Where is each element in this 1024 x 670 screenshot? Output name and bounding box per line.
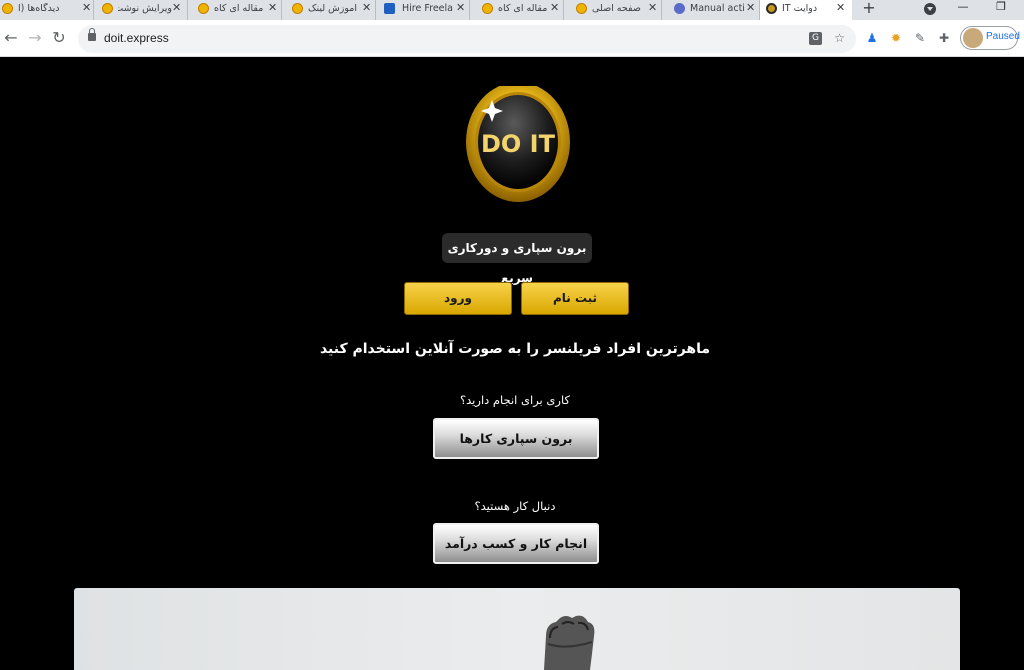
tab-title: صفحه اصلی (592, 3, 641, 14)
close-icon[interactable]: ✕ (550, 2, 559, 14)
tab-active[interactable]: دوآیت IT ✕ (760, 0, 852, 20)
extension-bug-icon[interactable]: ✹ (888, 30, 904, 46)
tab[interactable]: آموزش لینک ✕ (282, 0, 376, 20)
tab[interactable]: ویرایش نوشت ✕ (94, 0, 188, 20)
tab[interactable]: Manual acti ✕ (662, 0, 760, 20)
tab-title: دوآیت IT (782, 3, 818, 14)
tab[interactable]: دیدگاه‌ها (ا ✕ (0, 0, 94, 20)
forward-icon[interactable]: → (26, 29, 44, 47)
earn-income-button[interactable]: انجام کار و کسب درآمد (433, 523, 599, 564)
page-headline: ماهرترین افراد فریلنسر را به صورت آنلاین… (319, 341, 711, 357)
yellow-ear-icon (2, 3, 13, 14)
browser-toolbar: ← → ↻ doit.express G ☆ ♟ ✹ ✎ ✚ (0, 20, 1024, 57)
yellow-ear-icon (102, 3, 113, 14)
tab-title: مقاله ای کاه (498, 3, 548, 14)
bookmark-star-icon[interactable]: ☆ (832, 31, 847, 46)
raised-fist-icon (544, 615, 595, 670)
tab-title: دیدگاه‌ها (ا (18, 3, 60, 14)
extension-person-icon[interactable]: ♟ (864, 30, 880, 46)
tab-title: آموزش لینک (308, 3, 357, 14)
close-icon[interactable]: ✕ (82, 2, 91, 14)
profile-button[interactable]: Paused (960, 26, 1020, 50)
close-icon[interactable]: ✕ (362, 2, 371, 14)
extensions-puzzle-icon[interactable]: ✚ (936, 30, 952, 46)
tab-title: Manual acti (690, 3, 745, 14)
tab[interactable]: Hire Freela ✕ (376, 0, 470, 20)
doit-icon (766, 3, 777, 14)
hire-icon (384, 3, 395, 14)
minimize-button[interactable]: — (948, 0, 978, 16)
reload-icon[interactable]: ↻ (50, 29, 68, 47)
tab-search-icon[interactable] (924, 3, 936, 15)
doit-logo[interactable]: DO IT (465, 86, 571, 206)
close-icon[interactable]: ✕ (268, 2, 277, 14)
back-icon[interactable]: ← (2, 29, 20, 47)
eyedropper-icon[interactable]: ✎ (912, 30, 928, 46)
yellow-ear-icon (198, 3, 209, 14)
signup-button[interactable]: ثبت نام (521, 282, 629, 315)
lock-icon[interactable] (88, 28, 96, 41)
close-icon[interactable]: ✕ (456, 2, 465, 14)
restore-button[interactable]: ❐ (986, 0, 1016, 16)
translate-icon[interactable]: G (809, 32, 822, 45)
tab[interactable]: مقاله ای کاه ✕ (470, 0, 564, 20)
logo-text: DO IT (481, 130, 556, 158)
tab[interactable]: صفحه اصلی ✕ (564, 0, 662, 20)
tab-title: Hire Freela (402, 3, 453, 14)
hero-image (74, 588, 960, 670)
tab-title: ویرایش نوشت (118, 3, 172, 14)
login-button[interactable]: ورود (404, 282, 512, 315)
close-icon[interactable]: ✕ (172, 2, 181, 14)
yellow-ear-icon (576, 3, 587, 14)
profile-status: Paused (986, 31, 1020, 42)
yellow-ear-icon (292, 3, 303, 14)
question-looking-for-work: دنبال کار هستید؟ (474, 499, 556, 513)
address-bar[interactable]: doit.express G ☆ (78, 25, 856, 53)
url-text[interactable]: doit.express (104, 31, 169, 45)
yellow-ear-icon (482, 3, 493, 14)
tagline-badge: برون سپاری و دورکاری سریع (442, 233, 592, 285)
close-icon[interactable]: ✕ (746, 2, 755, 14)
outsource-work-button[interactable]: برون سپاری کارها (433, 418, 599, 459)
manual-icon (674, 3, 685, 14)
close-icon[interactable]: ✕ (836, 2, 845, 14)
new-tab-button[interactable]: + (860, 0, 878, 18)
close-icon[interactable]: ✕ (648, 2, 657, 14)
avatar (963, 28, 983, 48)
tab-strip: دیدگاه‌ها (ا ✕ ویرایش نوشت ✕ مقاله ای کا… (0, 0, 1024, 20)
tab-title: مقاله ای کاه (214, 3, 264, 14)
question-have-work: کاری برای انجام دارید؟ (460, 393, 570, 407)
tab[interactable]: مقاله ای کاه ✕ (188, 0, 282, 20)
